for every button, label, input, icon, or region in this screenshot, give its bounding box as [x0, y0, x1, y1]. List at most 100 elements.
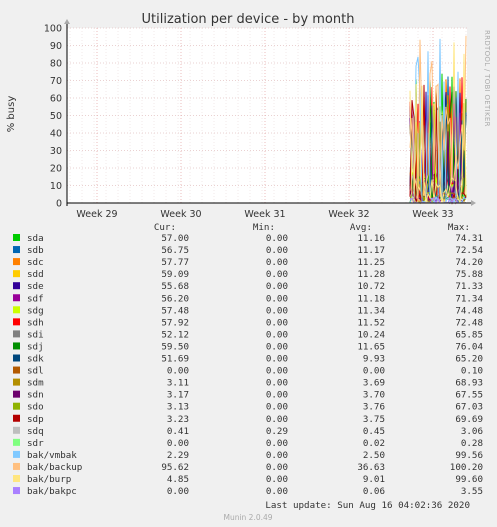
legend-max: 65.85 — [455, 329, 483, 340]
legend-swatch — [13, 475, 20, 482]
legend-name: sdk — [27, 354, 44, 365]
legend-max: 72.54 — [455, 245, 483, 256]
legend-name: bak/burp — [27, 474, 71, 485]
legend-max: 67.55 — [455, 390, 483, 401]
legend-swatch — [13, 487, 20, 495]
x-tick-label: Week 30 — [160, 209, 201, 220]
legend-name: sdo — [27, 402, 44, 413]
legend-avg: 11.65 — [357, 341, 385, 352]
legend-name: bak/bakpc — [27, 486, 77, 497]
legend-cur: 95.62 — [161, 462, 189, 473]
legend-swatch — [13, 282, 20, 290]
legend-avg: 11.28 — [357, 269, 385, 280]
legend-avg: 36.63 — [357, 462, 385, 473]
legend-min: 0.00 — [266, 450, 288, 461]
legend-swatch — [13, 414, 20, 422]
legend-cur: 51.69 — [161, 354, 189, 365]
legend-max: 3.06 — [461, 426, 483, 437]
legend-cur: 57.00 — [161, 233, 189, 244]
legend-swatch — [13, 258, 20, 266]
y-tick-label: 40 — [50, 129, 62, 140]
legend-name: sdi — [27, 329, 44, 340]
legend-avg: 11.52 — [357, 317, 385, 328]
legend-swatch — [13, 246, 20, 254]
legend-avg: 3.76 — [363, 402, 385, 413]
legend-max: 67.03 — [455, 402, 483, 413]
legend-name: sdj — [27, 341, 44, 352]
y-tick-label: 60 — [50, 94, 62, 105]
legend-swatch — [13, 270, 20, 278]
y-axis-label: % busy — [6, 96, 17, 133]
legend-max: 99.60 — [455, 474, 483, 485]
chart-title: Utilization per device - by month — [142, 12, 355, 27]
legend-min: 0.00 — [266, 414, 288, 425]
legend-avg: 11.18 — [357, 293, 385, 304]
legend-swatch — [13, 390, 20, 398]
legend-name: sdl — [27, 366, 44, 377]
y-tick-label: 80 — [50, 59, 62, 70]
y-tick-label: 30 — [50, 146, 62, 157]
legend-min: 0.00 — [266, 390, 288, 401]
legend-name: sde — [27, 281, 44, 292]
x-tick-label: Week 29 — [76, 209, 117, 220]
legend-min: 0.00 — [266, 474, 288, 485]
y-tick-label: 20 — [50, 164, 62, 175]
y-tick-label: 50 — [50, 111, 62, 122]
legend-min: 0.00 — [266, 269, 288, 280]
last-update-text: Last update: Sun Aug 16 04:02:36 2020 — [265, 500, 470, 511]
legend-swatch — [13, 342, 20, 350]
legend-max: 65.20 — [455, 354, 483, 365]
legend-name: sdf — [27, 293, 44, 304]
legend-swatch — [13, 354, 20, 362]
legend-avg: 0.06 — [363, 486, 385, 497]
legend-header-min: Min: — [253, 222, 275, 233]
legend-swatch — [13, 462, 20, 470]
legend-max: 74.48 — [455, 305, 483, 316]
legend-min: 0.00 — [266, 245, 288, 256]
legend-name: sdg — [27, 305, 44, 316]
legend-max: 69.69 — [455, 414, 483, 425]
legend-cur: 0.00 — [167, 438, 189, 449]
legend-cur: 57.48 — [161, 305, 189, 316]
legend-min: 0.00 — [266, 305, 288, 316]
legend-max: 71.34 — [455, 293, 483, 304]
legend-swatch — [13, 306, 20, 314]
legend-avg: 11.25 — [357, 257, 385, 268]
y-tick-label: 90 — [50, 41, 62, 52]
legend-avg: 10.24 — [357, 329, 385, 340]
legend-min: 0.00 — [266, 354, 288, 365]
legend-max: 100.20 — [450, 462, 483, 473]
legend-cur: 0.00 — [167, 366, 189, 377]
legend-name: sda — [27, 233, 44, 244]
legend-min: 0.00 — [266, 402, 288, 413]
legend-cur: 3.17 — [167, 390, 189, 401]
legend-min: 0.00 — [266, 366, 288, 377]
legend-min: 0.00 — [266, 257, 288, 268]
y-tick-label: 70 — [50, 76, 62, 87]
legend-avg: 2.50 — [363, 450, 385, 461]
legend-min: 0.00 — [266, 317, 288, 328]
y-tick-label: 100 — [44, 24, 62, 35]
legend-swatch — [13, 294, 20, 302]
y-tick-label: 10 — [50, 181, 62, 192]
legend-name: bak/backup — [27, 462, 82, 473]
legend-avg: 10.72 — [357, 281, 385, 292]
legend-min: 0.00 — [266, 293, 288, 304]
legend-max: 76.04 — [455, 341, 483, 352]
legend-cur: 3.23 — [167, 414, 189, 425]
legend-avg: 11.34 — [357, 305, 385, 316]
legend-cur: 59.50 — [161, 341, 189, 352]
legend-max: 71.33 — [455, 281, 483, 292]
legend-swatch — [13, 318, 20, 326]
legend-name: sdq — [27, 426, 44, 437]
legend-max: 0.28 — [461, 438, 483, 449]
legend-min: 0.00 — [266, 341, 288, 352]
x-tick-label: Week 31 — [244, 209, 285, 220]
chart-frame: Utilization per device - by month RRDTOO… — [0, 0, 497, 527]
legend-name: sdd — [27, 269, 44, 280]
legend-cur: 0.41 — [167, 426, 189, 437]
legend-swatch — [13, 426, 20, 434]
legend-max: 99.56 — [455, 450, 483, 461]
legend-name: sdc — [27, 257, 44, 268]
legend-min: 0.00 — [266, 281, 288, 292]
